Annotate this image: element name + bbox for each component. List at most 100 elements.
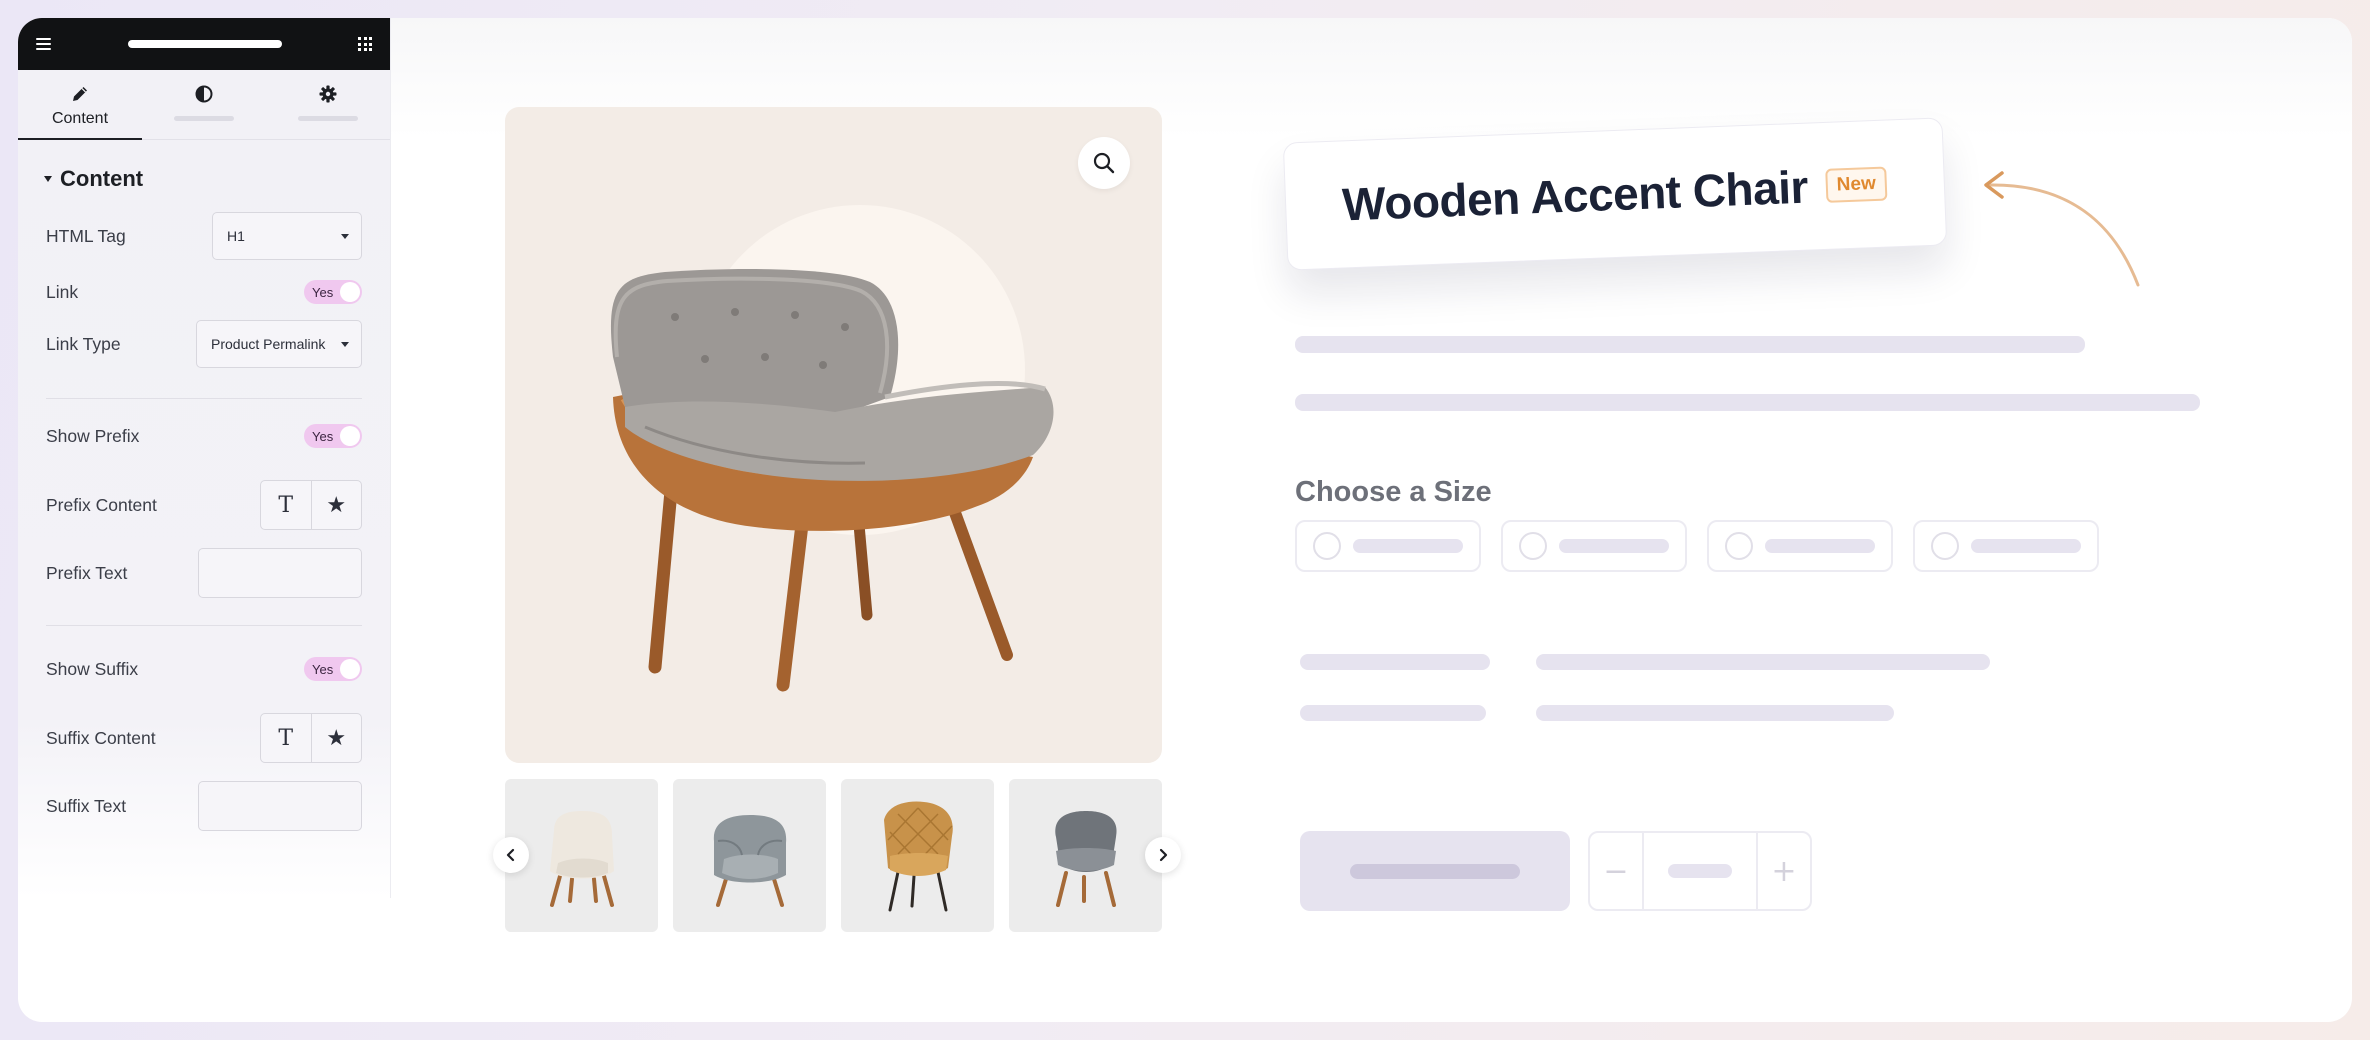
toggle-knob bbox=[340, 426, 360, 446]
prefix-text-input[interactable] bbox=[198, 548, 362, 598]
tab-advanced[interactable] bbox=[266, 70, 390, 139]
size-heading: Choose a Size bbox=[1295, 476, 1492, 508]
html-tag-value: H1 bbox=[227, 228, 245, 244]
product-title-widget[interactable]: Wooden Accent Chair New bbox=[1282, 117, 1948, 271]
link-type-label: Link Type bbox=[46, 333, 121, 354]
tab-advanced-placeholder bbox=[298, 116, 358, 121]
tab-style-placeholder bbox=[174, 116, 234, 121]
text-type-icon[interactable]: T bbox=[261, 481, 311, 529]
apps-grid-icon[interactable] bbox=[358, 37, 372, 51]
meta-label-skeleton bbox=[1300, 705, 1486, 721]
tab-content[interactable]: Content bbox=[18, 70, 142, 140]
product-main-image[interactable] bbox=[505, 107, 1162, 763]
minus-icon[interactable]: − bbox=[1590, 833, 1642, 909]
app-frame: Content Content HTML Tag H1 Link Yes Lin… bbox=[18, 18, 2352, 1022]
chevron-left-icon bbox=[506, 848, 515, 862]
grey-shell-chair-image bbox=[1054, 810, 1117, 907]
suffix-text-label: Suffix Text bbox=[46, 795, 127, 816]
star-icon[interactable]: ★ bbox=[310, 714, 362, 762]
editor-title-placeholder bbox=[127, 40, 282, 48]
meta-label-skeleton bbox=[1300, 654, 1490, 670]
html-tag-label: HTML Tag bbox=[46, 225, 126, 246]
plus-icon[interactable]: + bbox=[1758, 833, 1810, 909]
radio-button bbox=[1725, 532, 1753, 560]
size-option-skeleton bbox=[1971, 539, 2081, 553]
thumbnail-grey-velvet-chair[interactable] bbox=[673, 779, 826, 932]
new-badge: New bbox=[1825, 166, 1888, 203]
html-tag-control: HTML Tag H1 bbox=[46, 212, 362, 260]
meta-value-skeleton bbox=[1536, 705, 1894, 721]
hamburger-menu-icon[interactable] bbox=[36, 38, 51, 50]
link-type-select[interactable]: Product Permalink bbox=[196, 320, 362, 368]
link-label: Link bbox=[46, 281, 79, 302]
prefix-text-control: Prefix Text bbox=[46, 548, 362, 598]
show-suffix-control: Show Suffix Yes bbox=[46, 657, 362, 681]
gear-icon bbox=[319, 85, 337, 103]
pencil-icon bbox=[73, 87, 87, 101]
prefix-content-control: Prefix Content T ★ bbox=[46, 480, 362, 530]
quantity-input[interactable] bbox=[1642, 833, 1758, 909]
suffix-text-control: Suffix Text bbox=[46, 781, 362, 831]
meta-value-skeleton bbox=[1536, 654, 1990, 670]
chevron-down-icon bbox=[341, 341, 349, 347]
description-skeleton-line bbox=[1295, 394, 2200, 411]
curved-arrow-icon bbox=[1984, 171, 2140, 287]
radio-button bbox=[1313, 532, 1341, 560]
carousel-next-button[interactable] bbox=[1145, 837, 1181, 873]
link-toggle[interactable]: Yes bbox=[304, 280, 362, 304]
add-to-cart-button[interactable] bbox=[1300, 831, 1570, 911]
radio-button bbox=[1931, 532, 1959, 560]
star-icon[interactable]: ★ bbox=[310, 481, 362, 529]
size-option[interactable] bbox=[1707, 520, 1893, 572]
size-option[interactable] bbox=[1501, 520, 1687, 572]
toggle-knob bbox=[340, 659, 360, 679]
radio-button bbox=[1519, 532, 1547, 560]
mustard-chair-image bbox=[883, 801, 953, 911]
half-circle-icon bbox=[195, 85, 213, 103]
size-option-skeleton bbox=[1353, 539, 1463, 553]
section-divider bbox=[46, 625, 362, 626]
link-control: Link Yes bbox=[46, 280, 362, 304]
content-section-header[interactable]: Content bbox=[18, 140, 390, 192]
show-prefix-toggle[interactable]: Yes bbox=[304, 424, 362, 448]
size-option-skeleton bbox=[1765, 539, 1875, 553]
chevron-right-icon bbox=[1159, 848, 1168, 862]
suffix-content-label: Suffix Content bbox=[46, 727, 156, 748]
tab-content-label: Content bbox=[51, 110, 109, 127]
link-type-control: Link Type Product Permalink bbox=[46, 320, 362, 368]
prefix-content-label: Prefix Content bbox=[46, 494, 157, 515]
section-divider bbox=[46, 398, 362, 399]
prefix-text-label: Prefix Text bbox=[46, 562, 128, 583]
search-icon bbox=[1093, 152, 1115, 174]
show-prefix-toggle-text: Yes bbox=[312, 428, 334, 444]
show-suffix-toggle[interactable]: Yes bbox=[304, 657, 362, 681]
suffix-content-choose: T ★ bbox=[260, 713, 362, 763]
editor-topbar bbox=[18, 18, 390, 70]
section-title: Content bbox=[60, 166, 144, 191]
thumbnail-mustard-chair[interactable] bbox=[841, 779, 994, 932]
suffix-text-input[interactable] bbox=[198, 781, 362, 831]
size-option[interactable] bbox=[1913, 520, 2099, 572]
show-prefix-label: Show Prefix bbox=[46, 425, 140, 446]
quantity-stepper: − + bbox=[1588, 831, 1812, 911]
add-to-cart-skeleton bbox=[1350, 863, 1520, 879]
suffix-content-control: Suffix Content T ★ bbox=[46, 713, 362, 763]
size-option[interactable] bbox=[1295, 520, 1481, 572]
zoom-button[interactable] bbox=[1078, 137, 1130, 189]
link-toggle-text: Yes bbox=[312, 284, 334, 300]
toggle-knob bbox=[340, 282, 360, 302]
tab-style[interactable] bbox=[142, 70, 266, 139]
panel-tabs: Content bbox=[18, 70, 390, 140]
grey-velvet-chair-image bbox=[713, 814, 786, 907]
product-title: Wooden Accent Chair bbox=[1341, 160, 1809, 231]
carousel-prev-button[interactable] bbox=[493, 837, 529, 873]
html-tag-select[interactable]: H1 bbox=[212, 212, 362, 260]
cream-chair-image bbox=[549, 810, 614, 907]
thumbnail-carousel bbox=[493, 779, 1181, 932]
description-skeleton-line bbox=[1295, 336, 2085, 353]
link-type-value: Product Permalink bbox=[211, 336, 326, 352]
prefix-content-choose: T ★ bbox=[260, 480, 362, 530]
text-type-icon[interactable]: T bbox=[261, 714, 311, 762]
editor-sidebar: Content Content HTML Tag H1 Link Yes Lin… bbox=[18, 18, 391, 898]
thumbnail-grey-shell-chair[interactable] bbox=[1009, 779, 1162, 932]
